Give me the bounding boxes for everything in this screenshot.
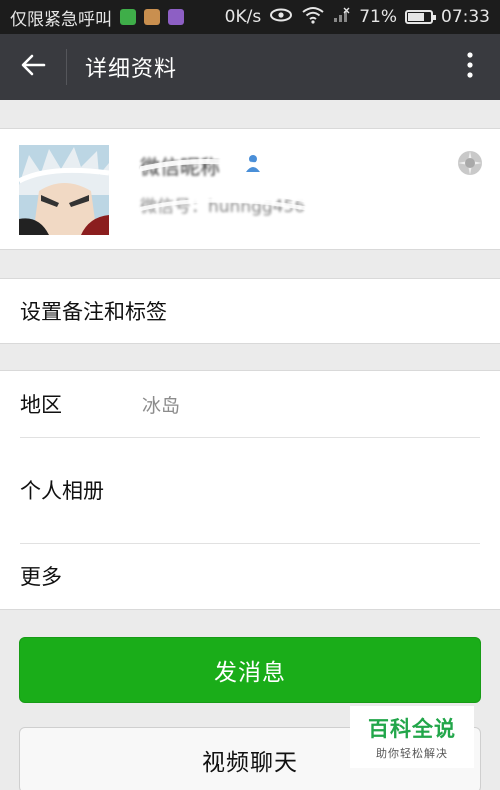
profile-info: 微信昵称 微信号：hunngg456 [140,151,380,221]
set-remark-tags-label: 设置备注和标签 [20,300,167,324]
app-notification-icon [144,9,160,25]
carrier-text: 仅限紧急呼叫 [10,9,112,30]
camera-aperture-icon[interactable] [456,149,484,181]
battery-icon [405,10,436,24]
more-vertical-icon [466,51,474,83]
more-options-button[interactable] [440,34,500,100]
region-label: 地区 [20,393,62,417]
region-value: 冰岛 [142,394,181,417]
more-row[interactable]: 更多 [0,543,500,609]
watermark-subtitle: 助你轻松解决 [376,747,448,760]
male-gender-icon [243,153,263,177]
set-remark-tags-row[interactable]: 设置备注和标签 [0,279,500,343]
watermark-title: 百科全说 [368,717,456,741]
app-notification-icon [120,9,136,25]
send-message-button[interactable]: 发消息 [19,637,481,703]
network-speed: 0K/s [224,7,262,27]
title-divider [66,49,67,85]
back-button[interactable] [0,34,66,100]
more-label: 更多 [20,565,62,589]
signal-icon [333,7,351,28]
status-bar: 仅限紧急呼叫 0K/s 71% 07:33 [0,0,500,34]
watermark-logo: 百科全说 助你轻松解决 [350,706,474,768]
gallery-notification-icon [168,9,184,25]
profile-card: 微信昵称 微信号：hunngg456 [0,128,500,250]
eye-icon [269,7,293,28]
title-bar: 详细资料 [0,34,500,100]
avatar[interactable] [19,145,109,235]
clock: 07:33 [441,7,490,27]
wifi-icon [301,6,325,29]
page-title: 详细资料 [85,57,178,82]
wechat-id: 微信号：hunngg456 [140,197,306,217]
personal-album-row[interactable]: 个人相册 [0,437,500,543]
battery-percent: 71% [359,7,397,27]
personal-album-label: 个人相册 [20,479,104,503]
info-card: 地区 冰岛 个人相册 更多 [0,370,500,610]
region-row: 地区 冰岛 [0,371,500,437]
remark-card: 设置备注和标签 [0,278,500,344]
arrow-left-icon [20,53,46,81]
